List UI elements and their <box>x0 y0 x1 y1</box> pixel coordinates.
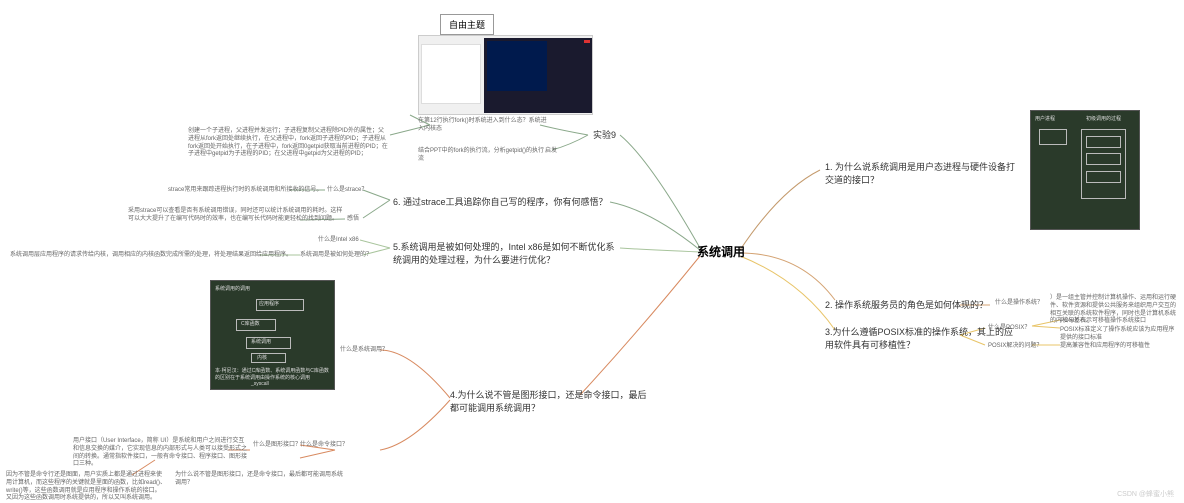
q3-sub2: POSIX解决的问题？ <box>988 343 1042 351</box>
chalkboard-left: 系统调用的调用 应用程序 C库函数 系统调用 内核 本·柯尼汉：通过C库函数、系… <box>210 280 335 390</box>
q3-d1: POSIX 表示可移植操作系统接口 <box>1060 318 1146 326</box>
q6-d1: strace常用来跟踪进程执行时的系统调用和所接收的信号。 <box>168 187 323 195</box>
q6-sub1: 什么是strace？ <box>327 187 367 195</box>
q5-d1: 系统调用层应用程序的请求传给内核，调用相应的内核函数完成所需的处理，将处理结果返… <box>10 252 295 260</box>
q4-d3: 为什么说不管是图形接口，还是命令接口，最后都可能调用系统调用？ <box>175 472 345 488</box>
q6-d2: 采用strace可以查看是否有系统调用错误，同时还可以统计系统调用的耗时。这样可… <box>128 208 343 224</box>
q3-d3: 提高兼容性和应用程序的可移植性 <box>1060 343 1150 351</box>
q4-sub: 什么是系统调用？ <box>340 347 388 355</box>
q3-d2: POSIX标准定义了操作系统应该为应用程序提供的接口标准 <box>1060 327 1180 343</box>
chalkboard-right: 用户进程 初级调用的过程 <box>1030 110 1140 230</box>
q4-sub2b: 什么是命令接口？ <box>300 442 348 450</box>
exp-detail-1: 在第12行执行fork()时系统进入到什么态？系统进入内核态 <box>418 118 548 134</box>
q4-sub2a: 什么是图形接口？ <box>253 442 301 450</box>
q4-d1: 用户接口（User Interface，简称 UI）是系统和用户之间进行交互和信… <box>73 438 248 469</box>
q1-node: 1. 为什么说系统调用是用户态进程与硬件设备打交道的接口？ <box>825 160 1015 186</box>
experiment-screenshot <box>418 35 593 115</box>
q3-node: 3.为什么遵循POSIX标准的操作系统，其上的应用软件具有可移植性？ <box>825 325 1015 351</box>
center-node: 系统调用 <box>697 243 745 260</box>
center-label: 系统调用 <box>697 245 745 259</box>
watermark: CSDN @蜂蜜小熊 <box>1117 489 1174 499</box>
q2-node: 2. 操作系统服务员的角色是如何体现的？ <box>825 298 995 311</box>
title-text: 自由主题 <box>449 20 485 30</box>
q2-sub: 什么是操作系统？ <box>995 300 1043 308</box>
title-box: 自由主题 <box>440 14 494 35</box>
experiment-label: 实验9 <box>593 130 616 140</box>
q4-node: 4.为什么说不管是图形接口，还是命令接口，最后都可能调用系统调用？ <box>450 388 650 414</box>
q6-sub2: 感悟 <box>347 216 359 224</box>
exp-detail-2: 结合PPT中的fork的执行流，分析getpid()的执行流 <box>418 148 548 164</box>
q4-d2: 因为不管是命令行还是图面，用户实质上都是通过进程来使用计算机，而这些程序的关键就… <box>6 472 166 503</box>
exp-detail-3: 创建一个子进程，父进程并发运行；子进程复制父进程除PID外的属性；父进程从for… <box>188 128 388 159</box>
q5-sub2: 系统调用是被如何处理的？ <box>300 252 372 260</box>
experiment-node: 实验9 <box>593 128 616 141</box>
q5-sub1: 什么是Intel x86 <box>318 237 359 245</box>
q5-node: 5.系统调用是被如何处理的，Intel x86是如何不断优化系统调用的处理过程，… <box>393 240 618 266</box>
q3-sub1: 什么是POSIX？ <box>988 325 1030 333</box>
q6-node: 6. 通过strace工具追踪你自己写的程序，你有何感悟？ <box>393 195 608 208</box>
